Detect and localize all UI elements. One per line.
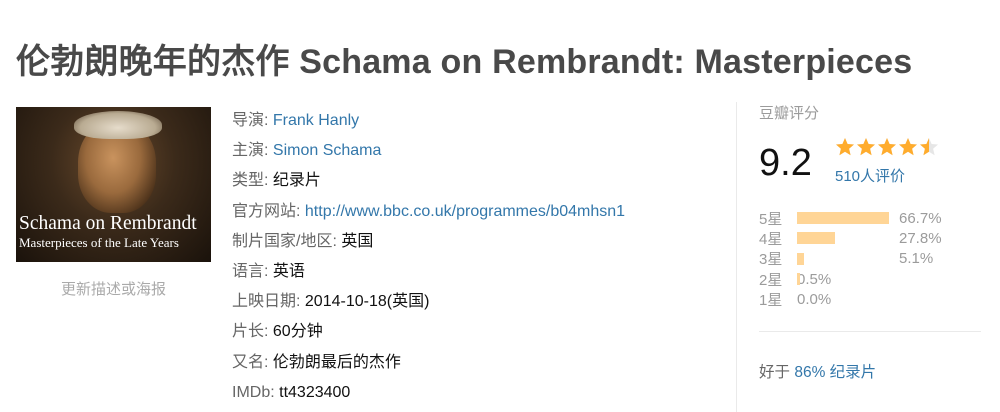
country-value: 英国 [341, 232, 374, 250]
rating-bar-row: 2星 0.5% [759, 269, 942, 289]
rating-bar-row: 4星 27.8% [759, 228, 942, 248]
star-icon [835, 137, 855, 157]
movie-info: 导演: Frank Hanly 主演: Simon Schama 类型: 纪录片… [232, 106, 625, 408]
genre-label: 类型: [232, 172, 269, 190]
runtime-row: 片长: 60分钟 [232, 317, 625, 347]
rating-bar-fill [797, 273, 800, 286]
rating-label: 豆瓣评分 [759, 105, 820, 122]
website-link[interactable]: http://www.bbc.co.uk/programmes/b04mhsn1 [305, 203, 625, 220]
star-level-label: 4星 [759, 230, 783, 248]
poster-title-text: Schama on Rembrandt [19, 213, 197, 234]
release-value: 2014-10-18(英国) [304, 293, 430, 311]
actor-link[interactable]: Simon Schama [273, 142, 382, 159]
release-label: 上映日期: [232, 293, 301, 311]
imdb-value: tt4323400 [279, 383, 351, 401]
star-level-label: 3星 [759, 251, 783, 269]
rating-bar-track [797, 232, 893, 245]
rating-bar-fill [797, 252, 805, 265]
star-level-label: 1星 [759, 291, 783, 309]
rating-bar-fill [797, 232, 836, 245]
rating-stars [835, 137, 939, 157]
better-than-category-link[interactable]: 纪录片 [830, 364, 877, 381]
imdb-row: IMDb: tt4323400 [232, 378, 625, 408]
rating-bar-percent: 0.0% [797, 290, 832, 308]
director-link[interactable]: Frank Hanly [273, 112, 359, 129]
poster-cap [74, 111, 162, 139]
update-poster-link[interactable]: 更新描述或海报 [16, 278, 211, 299]
director-label: 导演: [232, 112, 269, 129]
imdb-label: IMDb: [232, 383, 275, 401]
rating-bar-row: 1星 0.0% [759, 289, 942, 309]
rating-panel: 豆瓣评分 9.2 510人评价 5星 66.7% 4星 27.8% 3星 5.1% 2星 0.… [736, 102, 1000, 412]
rating-bar-row: 3星 5.1% [759, 249, 942, 269]
rating-bar-percent: 5.1% [899, 250, 934, 268]
aka-row: 又名: 伦勃朗最后的杰作 [232, 348, 625, 378]
website-label: 官方网站: [232, 202, 301, 220]
poster-image[interactable]: Schama on Rembrandt Masterpieces of the … [16, 107, 211, 262]
director-row: 导演: Frank Hanly [232, 106, 625, 136]
rating-distribution: 5星 66.7% 4星 27.8% 3星 5.1% 2星 0.5% 1星 0.0% [759, 208, 942, 309]
runtime-value: 60分钟 [272, 323, 323, 341]
starring-label: 主演: [232, 142, 269, 160]
better-than-prefix: 好于 [759, 364, 791, 381]
release-row: 上映日期: 2014-10-18(英国) [232, 287, 625, 317]
language-row: 语言: 英语 [232, 257, 625, 287]
page-title: 伦勃朗晚年的杰作 Schama on Rembrandt: Masterpiec… [16, 43, 913, 81]
star-icon [877, 137, 897, 157]
rating-bar-fill [797, 212, 889, 225]
aka-value: 伦勃朗最后的杰作 [272, 353, 401, 371]
rating-bar-track [797, 252, 893, 265]
rating-bar-percent: 0.5% [797, 270, 832, 288]
star-icon [856, 137, 876, 157]
rating-bar-row: 5星 66.7% [759, 208, 942, 228]
better-than-percent-link[interactable]: 86% [794, 364, 825, 381]
runtime-label: 片长: [232, 323, 269, 341]
star-icon [898, 137, 918, 157]
aka-label: 又名: [232, 353, 269, 371]
country-row: 制片国家/地区: 英国 [232, 227, 625, 257]
rating-bar-percent: 66.7% [899, 209, 942, 227]
language-label: 语言: [232, 262, 269, 280]
rating-divider [759, 331, 981, 332]
better-than: 好于 86% 纪录片 [759, 360, 876, 382]
rating-score: 9.2 [759, 142, 812, 184]
starring-row: 主演: Simon Schama [232, 136, 625, 166]
language-value: 英语 [272, 262, 305, 280]
genre-value: 纪录片 [272, 172, 321, 190]
star-level-label: 5星 [759, 210, 783, 228]
country-label: 制片国家/地区: [232, 232, 337, 250]
rating-bar-track [797, 212, 893, 225]
genre-row: 类型: 纪录片 [232, 166, 625, 196]
star-icon [919, 137, 939, 157]
poster-subtitle-text: Masterpieces of the Late Years [19, 235, 179, 250]
rating-bar-percent: 27.8% [899, 229, 942, 247]
star-level-label: 2星 [759, 271, 783, 289]
website-row: 官方网站: http://www.bbc.co.uk/programmes/b0… [232, 197, 625, 227]
votes-link[interactable]: 510人评价 [835, 165, 905, 186]
